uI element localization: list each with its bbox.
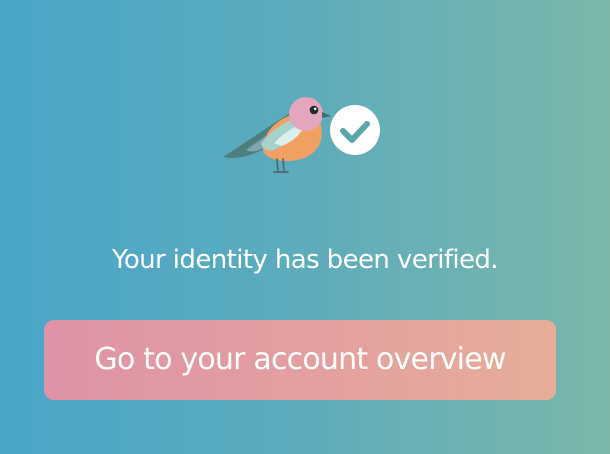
bird-icon: [223, 97, 331, 173]
verification-message: Your identity has been verified.: [112, 245, 499, 275]
account-overview-button[interactable]: Go to your account overview: [44, 320, 556, 400]
check-circle-icon: [330, 105, 380, 155]
verification-screen: Your identity has been verified. Go to y…: [0, 0, 610, 454]
verified-illustration: [218, 95, 388, 180]
